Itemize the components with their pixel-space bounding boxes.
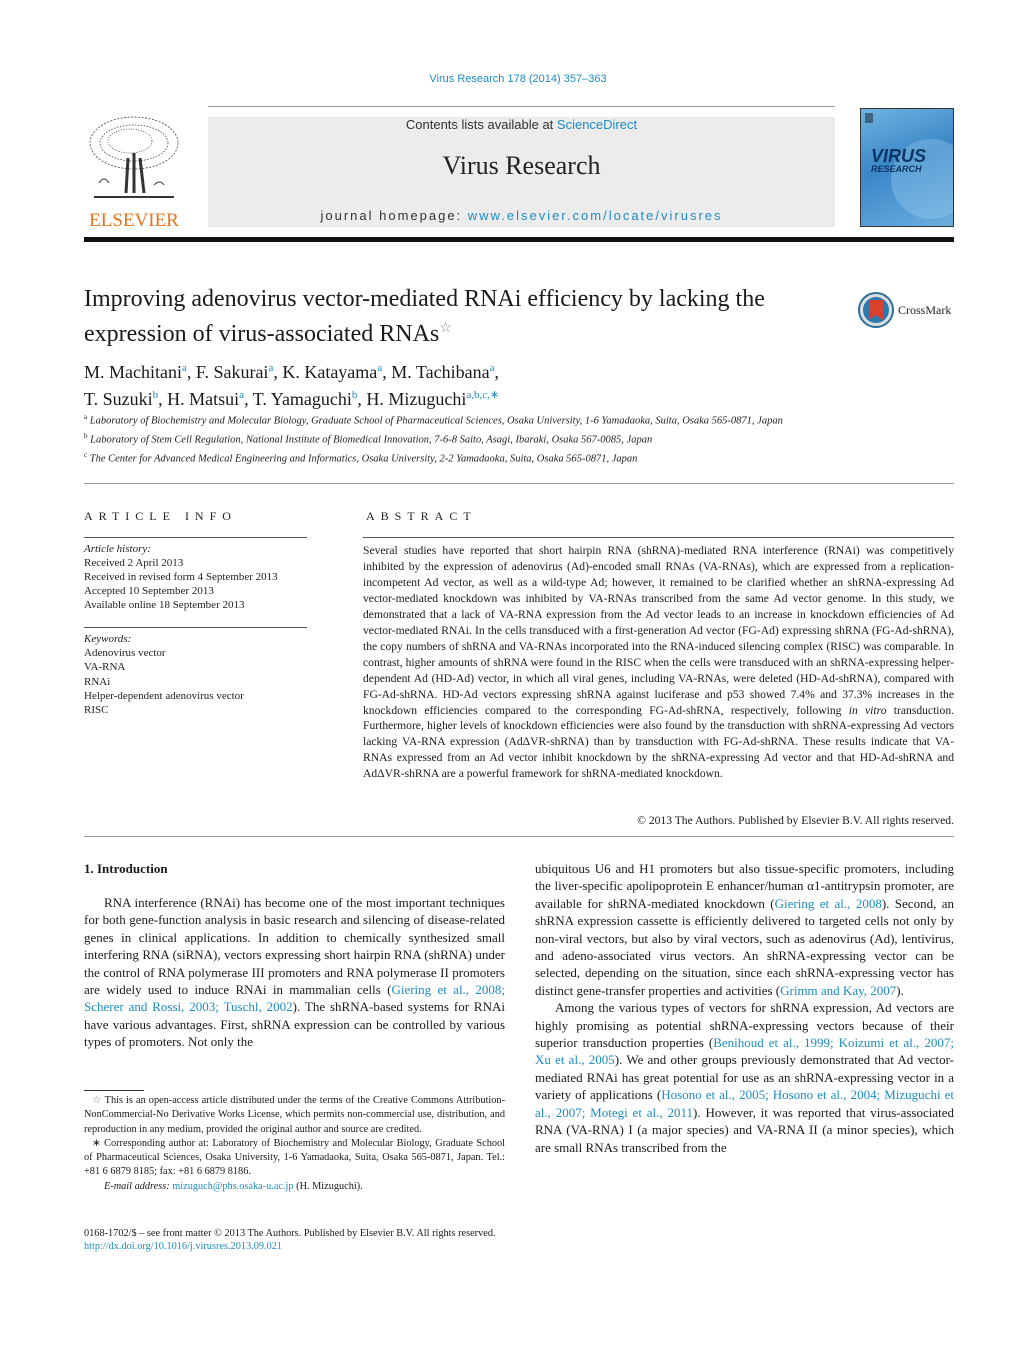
- author[interactable]: H. Mizuguchia,b,c,∗: [366, 389, 499, 409]
- cover-title-research: RESEARCH: [871, 164, 922, 174]
- abstract-text: Several studies have reported that short…: [363, 544, 955, 781]
- title-footnote-star-icon[interactable]: ☆: [439, 321, 452, 336]
- history-item: Received in revised form 4 September 201…: [84, 571, 278, 583]
- article-info-heading: ARTICLE INFO: [84, 509, 237, 523]
- journal-name: Virus Research: [442, 151, 601, 180]
- paragraph: Among the various types of vectors for s…: [535, 1000, 955, 1155]
- section-rule: [84, 483, 954, 484]
- keywords-label: Keywords:: [84, 633, 132, 645]
- footnote-rule: [84, 1090, 144, 1091]
- keyword-item: Adenovirus vector: [84, 647, 166, 660]
- affiliation-item: c The Center for Advanced Medical Engine…: [84, 451, 638, 465]
- journal-cover-thumbnail[interactable]: VIRUS RESEARCH: [860, 108, 954, 227]
- journal-header-band: Contents lists available at ScienceDirec…: [208, 117, 835, 227]
- history-item: Available online 18 September 2013: [84, 599, 245, 611]
- sciencedirect-link[interactable]: ScienceDirect: [557, 117, 637, 132]
- abstract-rule: [363, 537, 954, 538]
- article-title: Improving adenovirus vector-mediated RNA…: [84, 284, 844, 349]
- keywords: Keywords: Adenovirus vector VA-RNA RNAi …: [84, 632, 344, 717]
- footnote-open-access: ☆ This is an open-access article distrib…: [84, 1095, 506, 1135]
- citation-link[interactable]: Grimm and Kay, 2007: [780, 983, 896, 998]
- keyword-item: Helper-dependent adenovirus vector: [84, 689, 244, 702]
- contents-prefix: Contents lists available at: [405, 117, 557, 132]
- crossmark-button[interactable]: CrossMark: [858, 292, 958, 328]
- article-history: Article history: Received 2 April 2013 R…: [84, 542, 344, 612]
- author[interactable]: K. Katayamaa: [282, 362, 382, 382]
- elsevier-tree-icon: [84, 113, 184, 203]
- author[interactable]: T. Yamaguchib: [253, 389, 358, 409]
- author[interactable]: M. Machitania: [84, 362, 187, 382]
- author[interactable]: F. Sakuraia: [196, 362, 273, 382]
- keyword-item: VA-RNA: [84, 661, 126, 674]
- history-label: Article history:: [84, 543, 151, 555]
- journal-homepage-line: journal homepage: www.elsevier.com/locat…: [208, 208, 835, 223]
- header-rule: [208, 106, 835, 107]
- journal-homepage-link[interactable]: www.elsevier.com/locate/virusres: [468, 208, 723, 223]
- footnote-star-icon: ☆: [92, 1095, 102, 1106]
- affiliation-item: a Laboratory of Biochemistry and Molecul…: [84, 413, 783, 427]
- header-thick-rule: [84, 237, 954, 242]
- footnote-asterisk: ∗: [92, 1137, 101, 1149]
- abstract-copyright: © 2013 The Authors. Published by Elsevie…: [637, 814, 954, 827]
- affiliation-link[interactable]: a,b,c,∗: [466, 389, 499, 401]
- section-heading-introduction: 1. Introduction: [84, 861, 168, 876]
- citation-link[interactable]: Giering et al., 2008: [775, 896, 882, 911]
- crossmark-icon: [858, 292, 894, 328]
- history-item: Received 2 April 2013: [84, 557, 184, 569]
- paragraph: ubiquitous U6 and H1 promoters but also …: [535, 861, 954, 998]
- abstract-heading: ABSTRACT: [366, 509, 477, 523]
- elsevier-logo[interactable]: ELSEVIER: [84, 113, 184, 231]
- article-title-text: Improving adenovirus vector-mediated RNA…: [84, 286, 765, 347]
- author[interactable]: H. Matsuia: [167, 389, 244, 409]
- cover-title: VIRUS RESEARCH: [871, 147, 926, 174]
- footnotes: ☆ This is an open-access article distrib…: [84, 1094, 505, 1194]
- section-rule: [84, 836, 954, 837]
- affiliation-item: b Laboratory of Stem Cell Regulation, Na…: [84, 432, 653, 446]
- author-list: M. Machitania, F. Sakuraia, K. Katayamaa…: [84, 362, 500, 409]
- keyword-item: RISC: [84, 704, 109, 717]
- contents-available-line: Contents lists available at ScienceDirec…: [208, 117, 835, 132]
- crossmark-label: CrossMark: [898, 303, 952, 317]
- body-column-left: RNA interference (RNAi) has become one o…: [84, 894, 505, 1051]
- email-link[interactable]: mizuguch@phs.osaka-u.ac.jp: [172, 1181, 293, 1192]
- author[interactable]: T. Suzukib: [84, 389, 158, 409]
- issn-copyright-line: 0168-1702/$ – see front matter © 2013 Th…: [84, 1228, 496, 1239]
- cover-title-virus: VIRUS: [871, 146, 927, 166]
- affiliations: a Laboratory of Biochemistry and Molecul…: [84, 410, 804, 467]
- doi-link[interactable]: http://dx.doi.org/10.1016/j.virusres.201…: [84, 1241, 282, 1252]
- history-item: Accepted 10 September 2013: [84, 585, 214, 597]
- article-info-rule: [84, 537, 307, 538]
- journal-citation[interactable]: Virus Research 178 (2014) 357–363: [0, 73, 1020, 85]
- elsevier-wordmark: ELSEVIER: [89, 210, 179, 231]
- footnote-corresponding: ∗ Corresponding author at: Laboratory of…: [84, 1137, 505, 1178]
- footnote-email: E-mail address: mizuguch@phs.osaka-u.ac.…: [104, 1180, 363, 1192]
- paragraph: RNA interference (RNAi) has become one o…: [84, 895, 505, 1050]
- keyword-item: RNAi: [84, 675, 111, 688]
- author[interactable]: M. Tachibanaa: [391, 362, 494, 382]
- homepage-prefix: journal homepage:: [320, 208, 468, 223]
- keywords-rule: [84, 627, 307, 628]
- body-column-right: ubiquitous U6 and H1 promoters but also …: [535, 860, 954, 1156]
